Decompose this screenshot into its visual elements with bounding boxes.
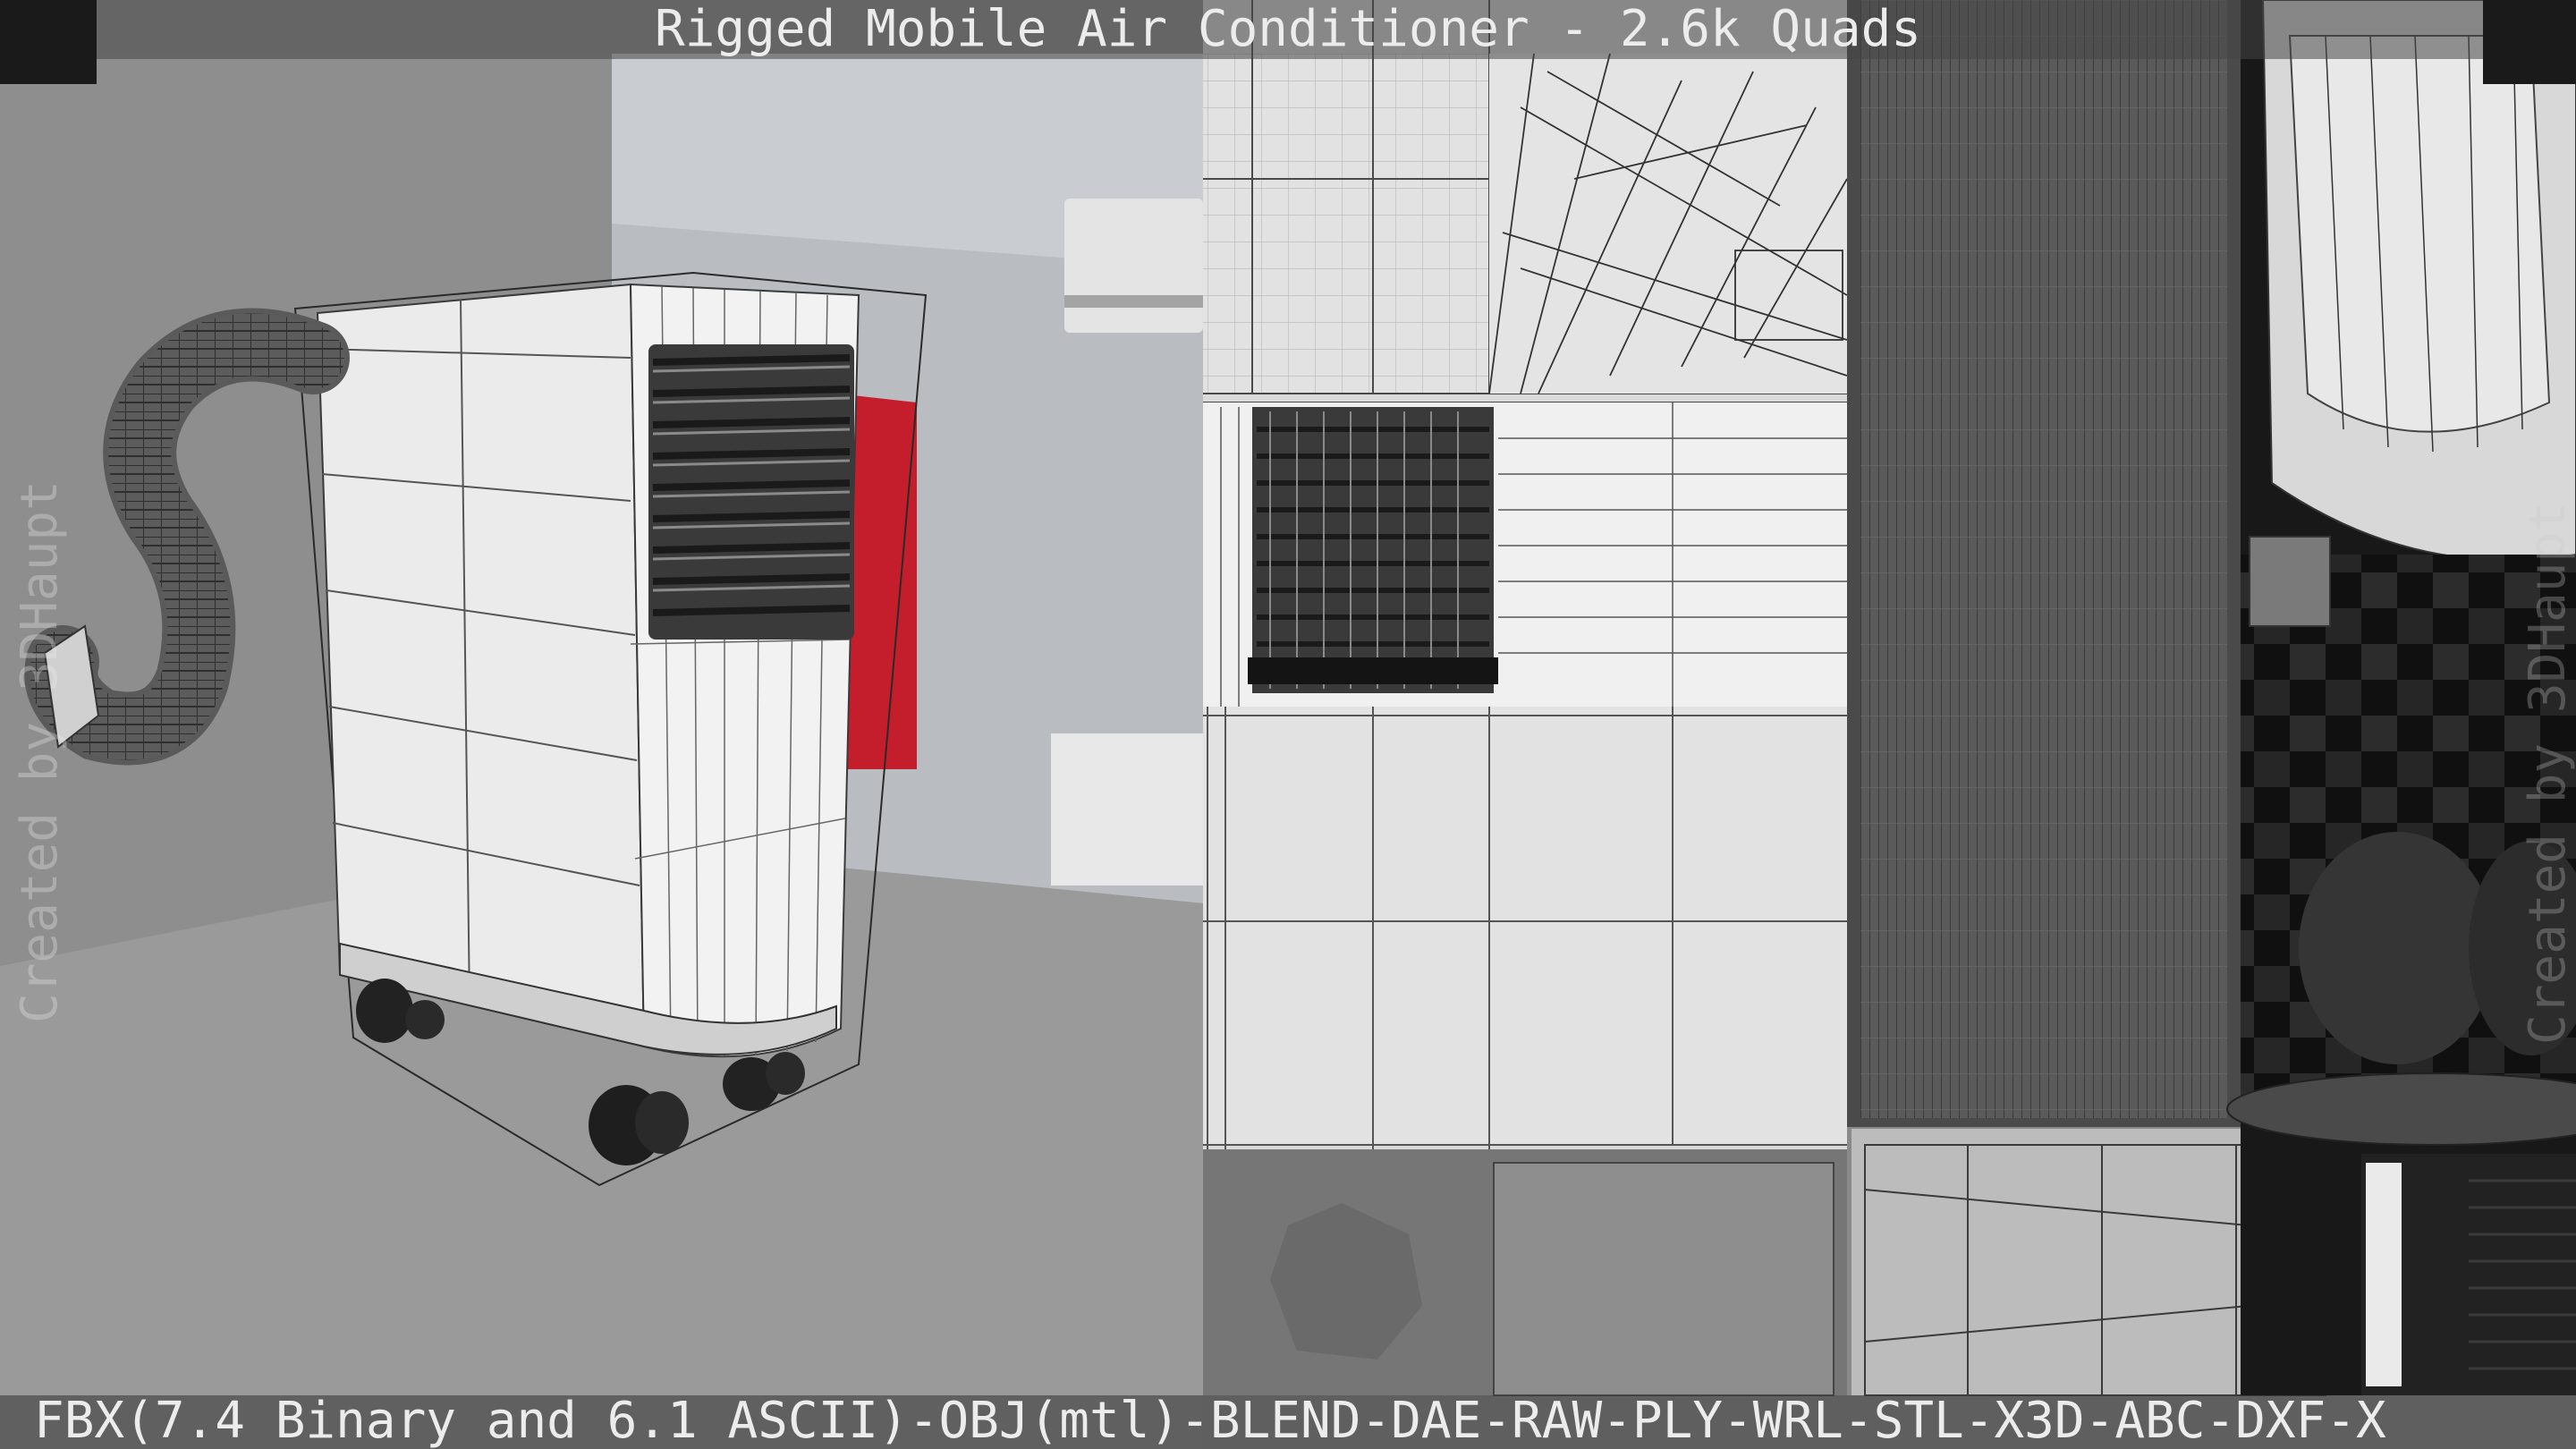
formats-line: FBX(7.4 Binary and 6.1 ASCII)-OBJ(mtl)-B…: [34, 1394, 2386, 1449]
wall-ac-unit: [1064, 199, 1203, 333]
watermark-right: Created by 3DHaupt: [2519, 502, 2576, 1045]
render-canvas: [0, 0, 2576, 1449]
uv-vertical-strip: [1860, 0, 2227, 1118]
page-title: Rigged Mobile Air Conditioner - 2.6k Qua…: [654, 0, 1922, 58]
viewport-3d: [0, 0, 1203, 1449]
uv-layout: [1203, 0, 2576, 1396]
wheel: [356, 979, 413, 1043]
watermark-left: Created by 3DHaupt: [11, 480, 69, 1023]
screenshot-stage: Rigged Mobile Air Conditioner - 2.6k Qua…: [0, 0, 2576, 1449]
wall-window: [1051, 733, 1203, 886]
